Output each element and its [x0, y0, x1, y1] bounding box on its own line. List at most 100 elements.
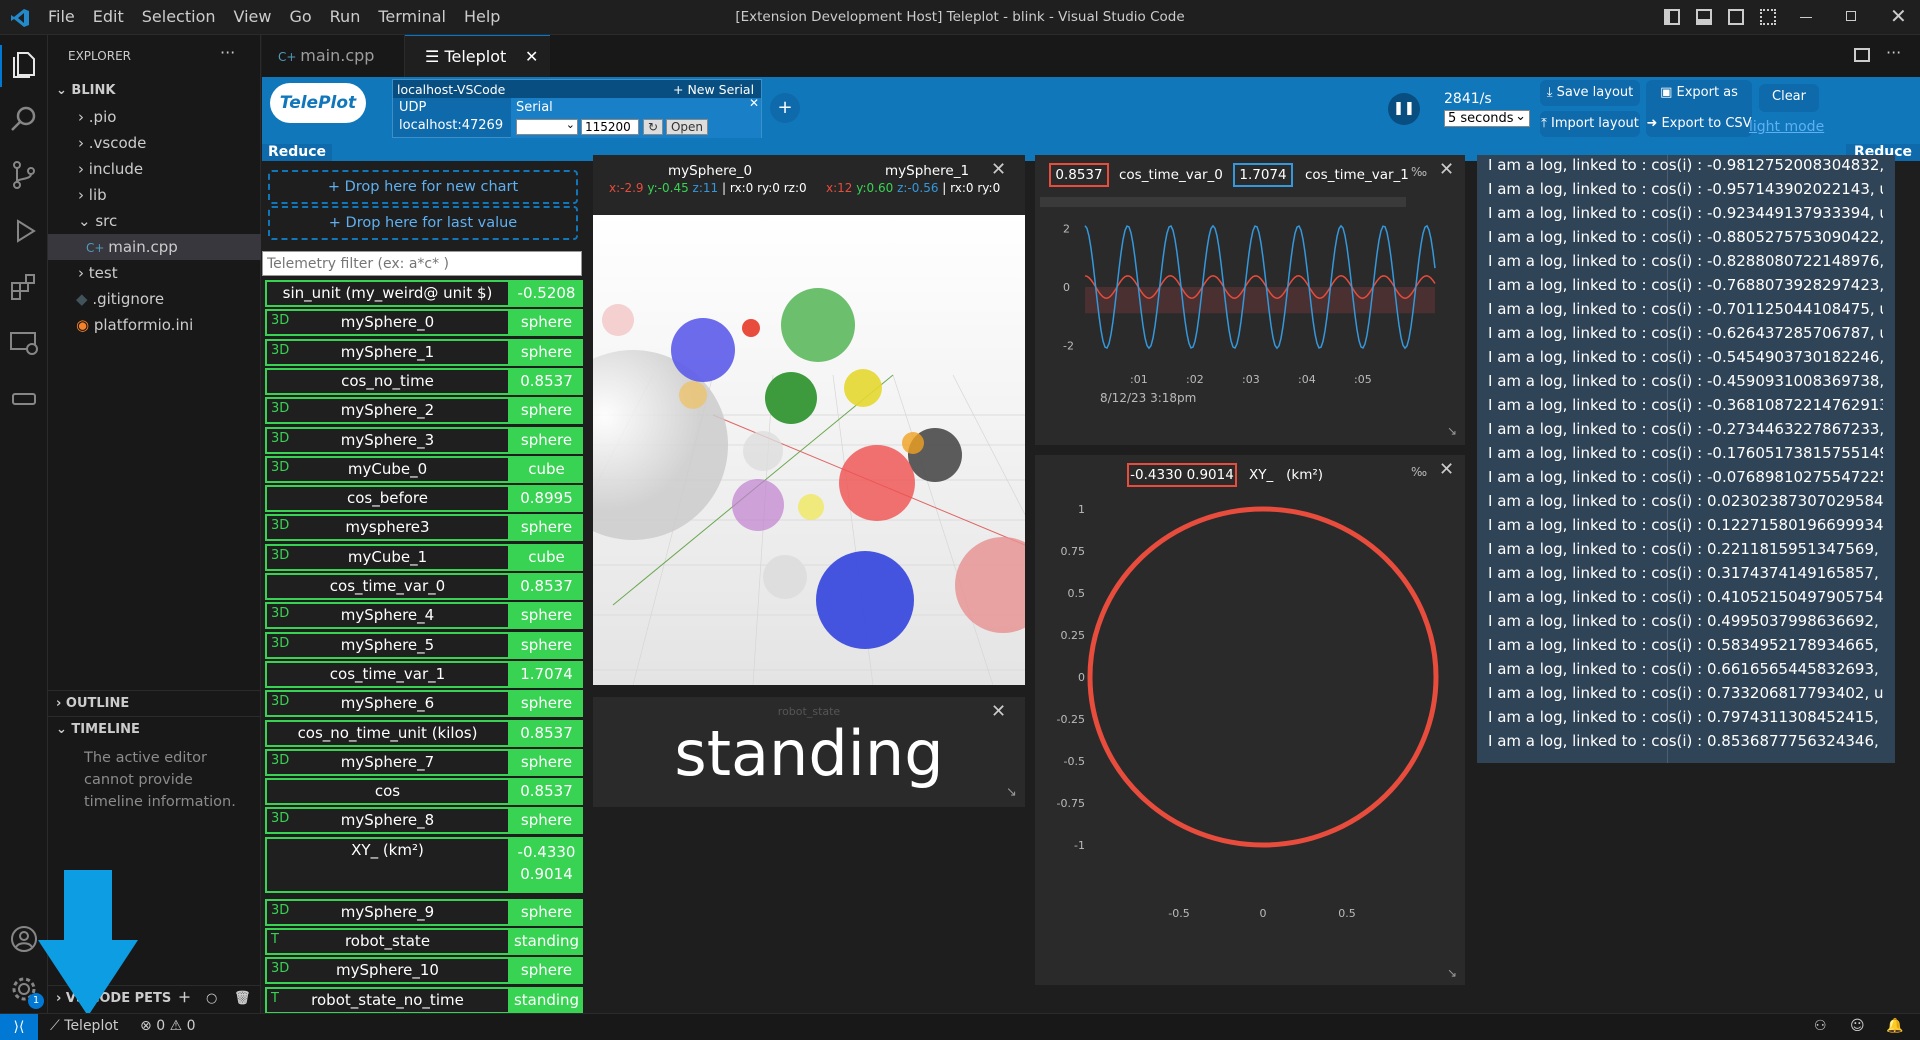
tree-item-include[interactable]: › include	[48, 156, 261, 182]
permille-icon[interactable]: ‰	[1411, 465, 1427, 479]
light-mode-link[interactable]: light mode	[1749, 119, 1824, 135]
ball-icon[interactable]: ○	[206, 986, 217, 1012]
remote-indicator-icon[interactable]: ⟩⟨	[0, 1014, 38, 1040]
tab-main-cpp[interactable]: C+ main.cpp	[262, 35, 405, 77]
restore-icon[interactable]	[1846, 11, 1856, 21]
feedback-icon[interactable]: ☺	[1850, 1018, 1865, 1034]
timeline-section[interactable]: ⌄ TIMELINE	[48, 716, 261, 742]
close-chart-icon[interactable]: ✕	[1439, 159, 1454, 180]
more-actions-icon[interactable]: ···	[220, 43, 235, 62]
tree-item-src[interactable]: ⌄ src	[48, 208, 261, 234]
tab-teleplot[interactable]: ☰ Teleplot ✕	[405, 35, 550, 77]
telemetry-row[interactable]: mysphere3 sphere 3D	[265, 514, 583, 542]
telemetry-row[interactable]: cos_time_var_1 1.7074	[265, 660, 583, 688]
baud-select[interactable]: 115200	[581, 119, 639, 135]
source-control-icon[interactable]	[8, 159, 40, 191]
remote-explorer-icon[interactable]	[8, 327, 40, 359]
close-serial-icon[interactable]: ✕	[749, 96, 759, 110]
time-window-select[interactable]: 5 seconds ⌄	[1444, 109, 1530, 127]
import-layout-button[interactable]: ⤒ Import layout	[1540, 111, 1640, 137]
outline-section[interactable]: › OUTLINE	[48, 690, 261, 716]
telemetry-row[interactable]: mySphere_5 sphere 3D	[265, 631, 583, 659]
teleplot-status-label: Teleplot	[64, 1018, 119, 1034]
add-pet-icon[interactable]: ＋	[178, 986, 191, 1012]
copilot-icon[interactable]: ⚇	[1814, 1018, 1827, 1034]
tree-item-test[interactable]: › test	[48, 260, 261, 286]
notifications-bell-icon[interactable]: 🔔	[1886, 1018, 1903, 1034]
telemetry-row[interactable]: robot_state standing T	[265, 928, 583, 955]
clear-button[interactable]: Clear	[1759, 84, 1819, 112]
export-csv-button[interactable]: ➜ Export to CSV	[1646, 111, 1752, 137]
telemetry-row[interactable]: cos_no_time 0.8537	[265, 367, 583, 395]
open-button[interactable]: Open	[666, 119, 708, 135]
problems-status[interactable]: ⊗ 0 ⚠ 0	[140, 1018, 196, 1034]
refresh-icon[interactable]: ↻	[643, 119, 663, 135]
telemetry-row[interactable]: mySphere_3 sphere 3D	[265, 426, 583, 454]
close-window-icon[interactable]: ✕	[1890, 4, 1907, 28]
trash-icon[interactable]: 🗑	[234, 986, 251, 1012]
telemetry-row[interactable]: cos_before 0.8995	[265, 485, 583, 513]
close-chart-icon[interactable]: ✕	[991, 159, 1006, 180]
coord-z: z:11	[692, 181, 719, 195]
add-connection-button[interactable]: +	[770, 93, 800, 123]
telemetry-name: XY_ (km²)	[265, 836, 510, 893]
telemetry-row[interactable]: cos_time_var_0 0.8537	[265, 573, 583, 600]
tree-item-vscode[interactable]: › .vscode	[48, 130, 261, 156]
resize-handle-icon[interactable]: ↘	[1447, 424, 1457, 438]
tree-item-main-cpp[interactable]: C+ main.cpp	[48, 234, 261, 260]
split-editor-icon[interactable]	[1854, 48, 1870, 62]
save-layout-button[interactable]: ⤓ Save layout	[1540, 80, 1640, 106]
xy-plot[interactable]: 1 0.75 0.5 0.25 0 -0.25 -0.5 -0.75 -1 -0.5 0 0.5 ↘	[1035, 495, 1465, 985]
telemetry-row[interactable]: cos_no_time_unit (kilos) 0.8537	[265, 719, 583, 747]
more-actions-icon[interactable]: ···	[1886, 43, 1901, 62]
port-select[interactable]: ⌄	[516, 118, 578, 135]
telemetry-row[interactable]: mySphere_2 sphere 3D	[265, 397, 583, 425]
telemetry-row[interactable]: mySphere_4 sphere 3D	[265, 602, 583, 630]
tree-item-platformio[interactable]: ◉ platformio.ini	[48, 312, 261, 338]
telemetry-row[interactable]: mySphere_0 sphere 3D	[265, 309, 583, 337]
customize-layout-icon[interactable]	[1760, 9, 1776, 25]
telemetry-filter-input[interactable]	[262, 251, 582, 276]
telemetry-row[interactable]: mySphere_9 sphere 3D	[265, 898, 583, 926]
telemetry-row[interactable]: mySphere_6 sphere 3D	[265, 690, 583, 718]
telemetry-row[interactable]: myCube_1 cube 3D	[265, 543, 583, 571]
tree-item-pio[interactable]: › .pio	[48, 104, 261, 130]
reduce-left-button[interactable]: Reduce	[262, 144, 332, 161]
telemetry-value: sphere	[510, 514, 583, 542]
new-serial-button[interactable]: + New Serial	[673, 82, 754, 97]
drop-value-zone[interactable]: + Drop here for last value	[268, 206, 578, 240]
search-icon[interactable]	[8, 103, 40, 135]
telemetry-row[interactable]: mySphere_8 sphere 3D	[265, 807, 583, 835]
telemetry-row[interactable]: XY_ (km²) -0.4330 0.9014	[265, 836, 583, 895]
telemetry-row[interactable]: mySphere_1 sphere 3D	[265, 338, 583, 366]
platformio-icon[interactable]	[8, 383, 40, 415]
close-chart-icon[interactable]: ✕	[1439, 459, 1454, 480]
resize-handle-icon[interactable]: ↘	[1006, 785, 1017, 800]
telemetry-row[interactable]: myCube_0 cube 3D	[265, 455, 583, 483]
telemetry-row[interactable]: cos 0.8537	[265, 778, 583, 806]
timeseries-plot[interactable]: 2 0 -2:01:02:03:04:05 8/12/23 3:18pm ↘	[1035, 207, 1465, 445]
tree-item-lib[interactable]: › lib	[48, 182, 261, 208]
close-tab-icon[interactable]: ✕	[525, 36, 538, 78]
extensions-icon[interactable]	[8, 271, 40, 303]
chart-scrollbar[interactable]	[1040, 197, 1406, 207]
drop-chart-zone[interactable]: + Drop here for new chart	[268, 170, 578, 204]
minimize-icon[interactable]	[1800, 17, 1812, 18]
telemetry-row[interactable]: mySphere_10 sphere 3D	[265, 957, 583, 985]
teleplot-status-item[interactable]: ⟋ Teleplot	[50, 1018, 118, 1034]
accounts-icon[interactable]	[8, 923, 40, 955]
resize-handle-icon[interactable]: ↘	[1447, 966, 1457, 980]
toggle-panel-icon[interactable]	[1696, 9, 1712, 25]
folder-root[interactable]: ⌄ BLINK	[48, 78, 261, 104]
scene-3d-viewport[interactable]	[593, 215, 1025, 685]
telemetry-row[interactable]: mySphere_7 sphere 3D	[265, 748, 583, 776]
permille-icon[interactable]: ‰	[1411, 165, 1427, 179]
toggle-secondary-sidebar-icon[interactable]	[1728, 9, 1744, 25]
run-debug-icon[interactable]	[8, 215, 40, 247]
toggle-sidebar-icon[interactable]	[1664, 9, 1680, 25]
telemetry-row[interactable]: sin_unit (my_weird@ unit $) -0.5208	[265, 280, 583, 307]
explorer-icon[interactable]	[8, 49, 40, 81]
tree-item-gitignore[interactable]: ◆ .gitignore	[48, 286, 261, 312]
telemetry-row[interactable]: robot_state_no_time standing T	[265, 986, 583, 1014]
pause-icon[interactable]: ❚❚	[1388, 93, 1420, 125]
